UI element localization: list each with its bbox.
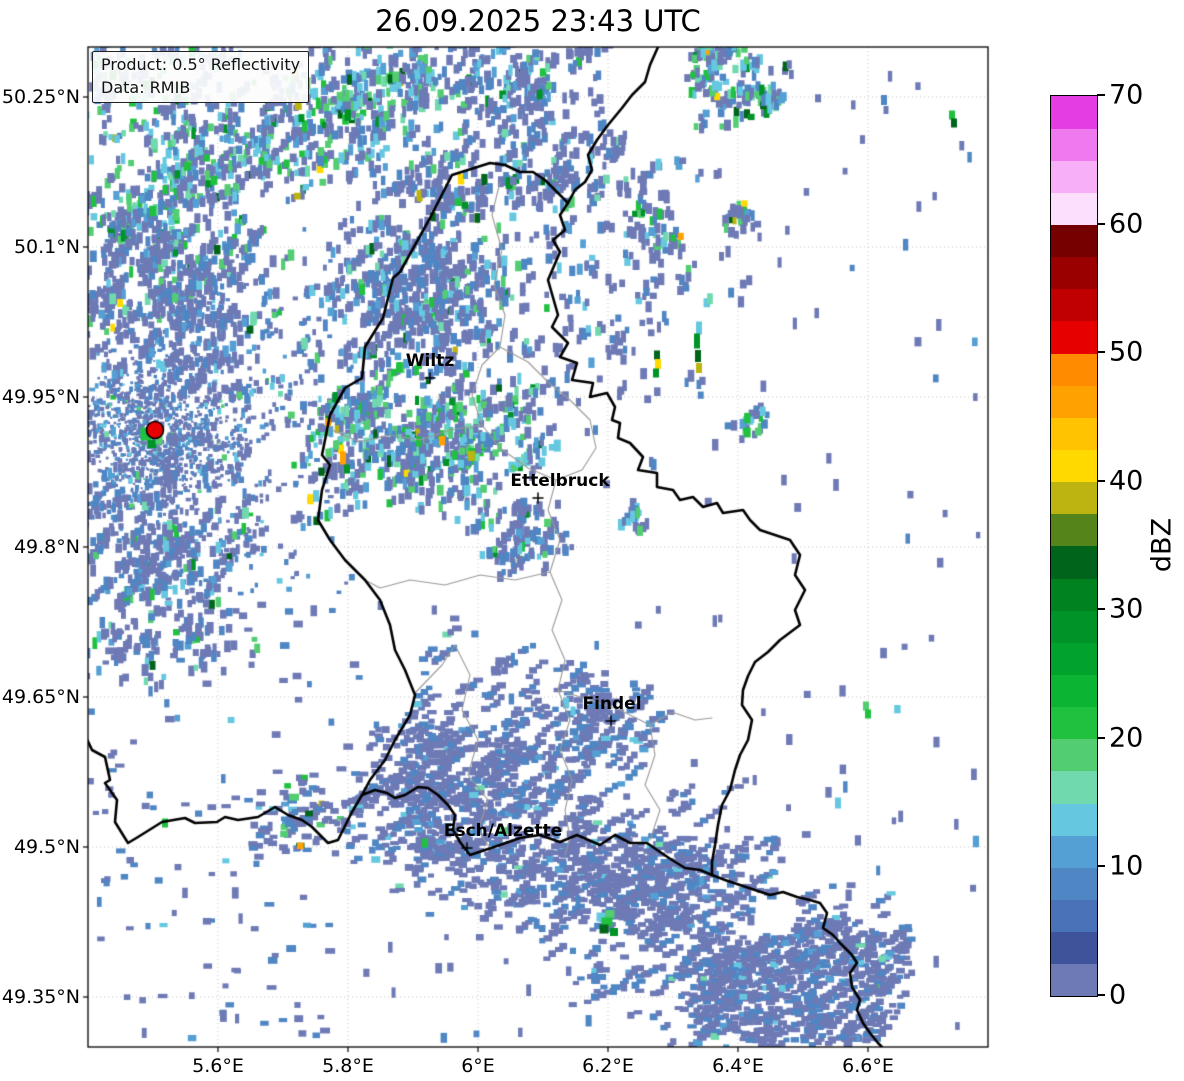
colorbar-tick-label: 70 xyxy=(1109,79,1144,111)
colorbar-tick xyxy=(1097,351,1105,354)
colorbar-tick xyxy=(1097,608,1105,611)
colorbar-segment xyxy=(1051,578,1097,611)
product-info-box: Product: 0.5° Reflectivity Data: RMIB xyxy=(92,51,310,104)
lat-tick-label: 50.25°N xyxy=(1,86,80,108)
lon-tick-label: 6.6°E xyxy=(842,1055,894,1077)
colorbar-segment xyxy=(1051,803,1097,836)
colorbar-tick xyxy=(1097,736,1105,739)
radar-map-canvas xyxy=(0,0,1184,1081)
colorbar-segment xyxy=(1051,674,1097,708)
figure-title: 26.09.2025 23:43 UTC xyxy=(375,4,701,38)
lat-tick-label: 49.65°N xyxy=(1,686,80,708)
colorbar-segment xyxy=(1051,385,1097,418)
city-label: Ettelbruck xyxy=(510,471,610,491)
colorbar-segment xyxy=(1051,353,1097,386)
colorbar-segment xyxy=(1051,288,1097,322)
colorbar-tick xyxy=(1097,479,1105,482)
colorbar-segment xyxy=(1051,160,1097,193)
city-label: Wiltz xyxy=(405,351,455,371)
lat-tick-label: 49.5°N xyxy=(13,836,80,858)
colorbar-tick-label: 30 xyxy=(1109,593,1144,625)
colorbar-tick-label: 20 xyxy=(1109,722,1144,754)
colorbar-segment xyxy=(1051,96,1097,129)
colorbar-segment xyxy=(1051,771,1097,804)
colorbar-segment xyxy=(1051,642,1097,676)
colorbar-segment xyxy=(1051,931,1097,965)
colorbar-segment xyxy=(1051,738,1097,772)
colorbar-tick-label: 50 xyxy=(1109,336,1144,368)
colorbar-segment xyxy=(1051,706,1097,740)
colorbar-segment xyxy=(1051,321,1097,354)
colorbar-tick-label: 60 xyxy=(1109,208,1144,240)
lon-tick-label: 6°E xyxy=(461,1055,495,1077)
data-source-line: Data: RMIB xyxy=(101,77,191,97)
colorbar-tick-label: 10 xyxy=(1109,850,1144,882)
colorbar-tick xyxy=(1097,222,1105,225)
colorbar-segment xyxy=(1051,449,1097,483)
colorbar-segment xyxy=(1051,963,1097,997)
lat-tick-label: 49.95°N xyxy=(1,386,80,408)
colorbar-segment xyxy=(1051,899,1097,933)
radar-figure: 26.09.2025 23:43 UTC Product: 0.5° Refle… xyxy=(0,0,1184,1081)
colorbar-segment xyxy=(1051,610,1097,643)
colorbar-tick xyxy=(1097,994,1105,996)
lon-tick-label: 6.2°E xyxy=(582,1055,634,1077)
colorbar-segment xyxy=(1051,867,1097,901)
colorbar-tick-label: 0 xyxy=(1109,979,1127,1011)
lat-tick-label: 49.35°N xyxy=(1,986,80,1008)
lat-tick-label: 49.8°N xyxy=(13,536,80,558)
colorbar-segment xyxy=(1051,192,1097,226)
colorbar-segment xyxy=(1051,835,1097,868)
product-line: Product: 0.5° Reflectivity xyxy=(101,55,301,74)
colorbar-segment xyxy=(1051,256,1097,290)
city-label: Esch/Alzette xyxy=(443,821,563,841)
colorbar-segment xyxy=(1051,128,1097,161)
lon-tick-label: 5.6°E xyxy=(192,1055,244,1077)
colorbar-segment xyxy=(1051,513,1097,547)
lon-tick-label: 5.8°E xyxy=(322,1055,374,1077)
colorbar-tick-label: 40 xyxy=(1109,465,1144,497)
colorbar-segment xyxy=(1051,546,1097,579)
colorbar-segment xyxy=(1051,417,1097,451)
colorbar-segment xyxy=(1051,224,1097,258)
colorbar-unit-label: dBZ xyxy=(1146,517,1178,573)
colorbar-tick xyxy=(1097,94,1105,96)
city-label: Findel xyxy=(582,694,642,714)
colorbar-segment xyxy=(1051,481,1097,515)
lat-tick-label: 50.1°N xyxy=(13,236,80,258)
lon-tick-label: 6.4°E xyxy=(712,1055,764,1077)
colorbar-tick xyxy=(1097,865,1105,868)
colorbar xyxy=(1050,95,1098,997)
